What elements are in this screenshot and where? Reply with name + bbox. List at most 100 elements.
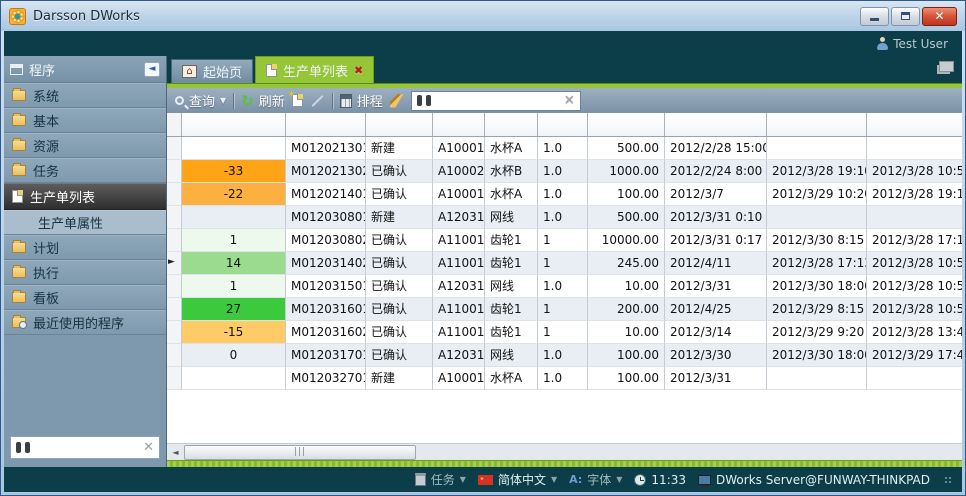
cell-status[interactable]: 已确认 (366, 252, 433, 275)
cell-sched_end[interactable]: 2012/3/29 9:20 (767, 321, 867, 344)
sidebar-search-box[interactable]: ✕ (10, 436, 160, 459)
column-header[interactable] (867, 113, 962, 136)
close-button[interactable]: ✕ (922, 7, 957, 26)
sidebar-item[interactable]: 计划 (4, 235, 166, 260)
cell-no[interactable]: M012032701 (286, 367, 366, 390)
sidebar-item[interactable]: 基本 (4, 108, 166, 133)
cell-status[interactable]: 已确认 (366, 183, 433, 206)
cell-sched_end[interactable] (767, 367, 867, 390)
cell-sched_end[interactable]: 2012/3/28 19:10 (767, 160, 867, 183)
cell-ver[interactable]: 1.0 (538, 344, 588, 367)
cell-diff[interactable]: 1 (182, 275, 286, 298)
cell-diff[interactable]: -33 (182, 160, 286, 183)
cell-item[interactable]: A10002 (433, 160, 485, 183)
cell-ver[interactable]: 1.0 (538, 206, 588, 229)
cell-sched_end[interactable] (767, 206, 867, 229)
row-selector[interactable] (167, 160, 182, 183)
table-row[interactable]: M012021301新建A10001水杯A1.0500.002012/2/28 … (167, 137, 962, 160)
cell-status[interactable]: 已确认 (366, 160, 433, 183)
cell-diff[interactable]: -22 (182, 183, 286, 206)
chevron-down-icon[interactable]: ▼ (220, 96, 226, 105)
language-menu[interactable]: 简体中文 ▼ (478, 471, 557, 488)
cell-no[interactable]: M012021301 (286, 137, 366, 160)
cell-sched_end[interactable]: 2012/3/28 17:13 (767, 252, 867, 275)
row-selector[interactable] (167, 344, 182, 367)
cell-due[interactable]: 2012/3/30 (665, 344, 767, 367)
cell-qty[interactable]: 10000.00 (588, 229, 665, 252)
scroll-left-icon[interactable]: ◄ (167, 444, 184, 461)
row-selector[interactable]: ► (167, 252, 182, 275)
cell-no[interactable]: M012031402 (286, 252, 366, 275)
cell-sched_end[interactable]: 2012/3/29 8:15 (767, 298, 867, 321)
cell-diff[interactable]: 0 (182, 344, 286, 367)
tab-list-icon[interactable] (939, 61, 954, 72)
cell-status[interactable]: 新建 (366, 137, 433, 160)
cell-diff[interactable] (182, 206, 286, 229)
cell-sched_start[interactable]: 2012/3/28 10:52 (867, 275, 962, 298)
cell-qty[interactable]: 100.00 (588, 344, 665, 367)
cell-diff[interactable]: 14 (182, 252, 286, 275)
sidebar-item[interactable]: 资源 (4, 133, 166, 158)
cell-no[interactable]: M012031602 (286, 321, 366, 344)
row-selector[interactable] (167, 367, 182, 390)
column-header[interactable] (485, 113, 538, 136)
sidebar-item[interactable]: 最近使用的程序 (4, 310, 166, 335)
cell-status[interactable]: 已确认 (366, 298, 433, 321)
cell-sched_start[interactable] (867, 206, 962, 229)
cell-name[interactable]: 水杯B (485, 160, 538, 183)
cell-name[interactable]: 水杯A (485, 183, 538, 206)
cell-sched_end[interactable] (767, 137, 867, 160)
cell-due[interactable]: 2012/3/14 (665, 321, 767, 344)
horizontal-scrollbar[interactable]: ◄ ||| (167, 443, 962, 460)
cell-ver[interactable]: 1 (538, 321, 588, 344)
chevron-down-icon[interactable]: ▼ (616, 475, 622, 484)
cell-due[interactable]: 2012/3/31 (665, 275, 767, 298)
edit-button[interactable] (310, 100, 325, 102)
sidebar-item[interactable]: 看板 (4, 285, 166, 310)
cell-sched_end[interactable]: 2012/3/30 18:00 (767, 344, 867, 367)
cell-item[interactable]: A11001 (433, 321, 485, 344)
cell-name[interactable]: 齿轮1 (485, 321, 538, 344)
cell-qty[interactable]: 100.00 (588, 183, 665, 206)
query-button[interactable]: 查询 ▼ (175, 91, 226, 110)
column-header[interactable] (767, 113, 867, 136)
schedule-button[interactable]: 排程 (340, 91, 383, 110)
table-row[interactable]: 1M012031501已确认A12031网线1.010.002012/3/312… (167, 275, 962, 298)
resize-grip[interactable] (944, 476, 952, 484)
cell-sched_start[interactable]: 2012/3/28 10:52 (867, 160, 962, 183)
tab[interactable]: ⌂ 起始页 (171, 59, 253, 83)
table-row[interactable]: 1M012030802已确认A11001齿轮1110000.002012/3/3… (167, 229, 962, 252)
cell-item[interactable]: A12031 (433, 275, 485, 298)
sidebar-collapse-button[interactable]: ◄ (144, 62, 160, 77)
column-header[interactable] (665, 113, 767, 136)
table-search-input[interactable] (437, 94, 558, 108)
cell-ver[interactable]: 1.0 (538, 183, 588, 206)
cell-qty[interactable]: 500.00 (588, 137, 665, 160)
cell-due[interactable]: 2012/3/7 (665, 183, 767, 206)
cell-due[interactable]: 2012/4/25 (665, 298, 767, 321)
cell-sched_start[interactable]: 2012/3/28 17:13 (867, 229, 962, 252)
table-search-box[interactable]: ✕ (411, 91, 581, 111)
title-bar[interactable]: Darsson DWorks ✕ (1, 1, 965, 31)
column-header[interactable] (538, 113, 588, 136)
refresh-button[interactable]: ↻ 刷新 (241, 91, 285, 110)
cell-qty[interactable]: 245.00 (588, 252, 665, 275)
chevron-down-icon[interactable]: ▼ (460, 475, 466, 484)
column-header[interactable] (182, 113, 286, 136)
minimize-button[interactable] (860, 7, 889, 26)
current-user[interactable]: Test User (877, 37, 956, 51)
cell-due[interactable]: 2012/2/24 8:00 (665, 160, 767, 183)
cell-qty[interactable]: 500.00 (588, 206, 665, 229)
column-header[interactable] (366, 113, 433, 136)
scrollbar-thumb[interactable]: ||| (184, 445, 416, 460)
cell-sched_start[interactable]: 2012/3/28 10:52 (867, 252, 962, 275)
table-row[interactable]: 0M012031701已确认A12031网线1.0100.002012/3/30… (167, 344, 962, 367)
cell-ver[interactable]: 1 (538, 298, 588, 321)
cell-due[interactable]: 2012/3/31 (665, 367, 767, 390)
cell-sched_end[interactable]: 2012/3/29 10:20 (767, 183, 867, 206)
cell-status[interactable]: 新建 (366, 206, 433, 229)
cell-name[interactable]: 网线 (485, 275, 538, 298)
cell-sched_end[interactable]: 2012/3/30 18:00 (767, 275, 867, 298)
cell-item[interactable]: A12031 (433, 206, 485, 229)
cell-qty[interactable]: 10.00 (588, 275, 665, 298)
